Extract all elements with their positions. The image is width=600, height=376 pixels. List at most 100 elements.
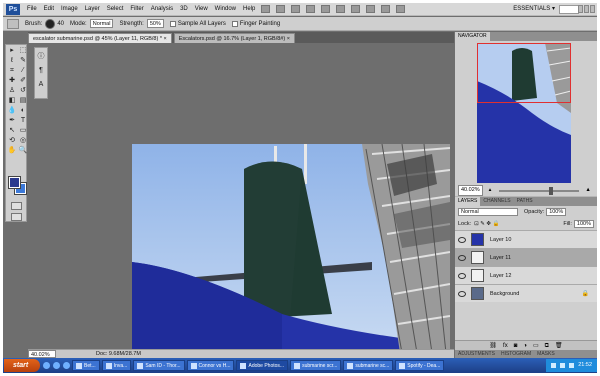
navigator-thumbnail[interactable]: [477, 43, 572, 183]
mode-select[interactable]: Normal: [89, 19, 114, 28]
document-canvas[interactable]: [132, 144, 450, 353]
zoom-tool-icon[interactable]: 🔍: [18, 146, 28, 155]
navigator-zoom-field[interactable]: 40.02%: [458, 185, 483, 196]
strength-field[interactable]: 50%: [146, 19, 164, 28]
clone-stamp-icon[interactable]: ♙: [7, 86, 17, 95]
zoom-out-icon[interactable]: ▴: [489, 186, 492, 195]
tab-adjustments[interactable]: ADJUSTMENTS: [455, 350, 498, 358]
tab-channels[interactable]: CHANNELS: [480, 197, 513, 206]
tray-icon[interactable]: [569, 363, 575, 368]
menu-3d[interactable]: 3D: [180, 6, 188, 12]
pen-tool-icon[interactable]: ✒: [7, 116, 17, 125]
type-tool-icon[interactable]: T: [18, 116, 28, 125]
quick-launch-icon[interactable]: [43, 362, 50, 369]
opacity-field[interactable]: 100%: [546, 208, 567, 216]
slider-knob[interactable]: [549, 186, 554, 195]
menu-analysis[interactable]: Analysis: [151, 6, 173, 12]
close-button[interactable]: [590, 5, 595, 13]
history-brush-icon[interactable]: ↺: [18, 86, 28, 95]
menu-layer[interactable]: Layer: [85, 6, 100, 12]
quick-select-tool-icon[interactable]: ✎: [18, 56, 28, 65]
healing-brush-icon[interactable]: ✚: [7, 76, 17, 85]
info-icon[interactable]: ⓘ: [36, 52, 46, 62]
layer-row-12[interactable]: Layer 12: [455, 266, 597, 284]
taskbar-button[interactable]: Connor vs H...: [186, 360, 235, 371]
fill-field[interactable]: 100%: [573, 220, 594, 228]
3d-rotate-icon[interactable]: ⟲: [7, 136, 17, 145]
menu-help[interactable]: Help: [243, 6, 255, 12]
marquee-tool-icon[interactable]: ⬚: [18, 46, 28, 55]
visibility-eye-icon[interactable]: [458, 290, 466, 297]
screen-mode-icon[interactable]: [336, 5, 346, 13]
canvas-area[interactable]: [28, 44, 454, 356]
3d-orbit-icon[interactable]: ◎: [18, 136, 28, 145]
menu-filter[interactable]: Filter: [130, 6, 143, 12]
link-layers-icon[interactable]: ⛓: [489, 341, 497, 350]
paragraph-icon[interactable]: ¶: [36, 66, 46, 76]
rotate-view-icon[interactable]: [381, 5, 391, 13]
maximize-button[interactable]: [584, 5, 589, 13]
taskbar-button[interactable]: Sam ID - Thor...: [133, 360, 185, 371]
layer-style-icon[interactable]: fx: [503, 341, 508, 350]
hand-icon[interactable]: [351, 5, 361, 13]
workspace-switcher[interactable]: ESSENTIALS ▾: [513, 5, 555, 12]
taskbar-button-photoshop[interactable]: Adobe Photos...: [236, 360, 289, 371]
tray-icon[interactable]: [551, 363, 557, 368]
start-button[interactable]: start: [4, 359, 40, 372]
taskbar-button[interactable]: submarine scr...: [290, 360, 342, 371]
visibility-eye-icon[interactable]: [458, 236, 466, 243]
new-layer-icon[interactable]: ⧉: [545, 341, 549, 350]
layer-row-10[interactable]: Layer 10: [455, 230, 597, 248]
tab-navigator[interactable]: NAVIGATOR: [455, 32, 490, 41]
move-tool-icon[interactable]: ▸: [7, 46, 17, 55]
delete-layer-icon[interactable]: 🗑: [555, 341, 563, 350]
taskbar-button[interactable]: Inva...: [101, 360, 132, 371]
document-info[interactable]: Doc: 9.68M/28.7M: [96, 350, 141, 358]
menu-view[interactable]: View: [195, 6, 208, 12]
character-icon[interactable]: A: [36, 80, 46, 90]
tool-preset-picker[interactable]: [7, 18, 19, 29]
visibility-eye-icon[interactable]: [458, 272, 466, 279]
zoom-level-icon[interactable]: [306, 5, 316, 13]
gradient-tool-icon[interactable]: ▤: [18, 96, 28, 105]
dodge-tool-icon[interactable]: ◐: [18, 106, 28, 115]
tab-histogram[interactable]: HISTOGRAM: [498, 350, 534, 358]
menu-select[interactable]: Select: [107, 6, 124, 12]
brush-preview-icon[interactable]: [45, 18, 56, 29]
arrange-documents-icon[interactable]: [396, 5, 406, 13]
navigator-zoom-slider[interactable]: [499, 186, 580, 195]
blend-mode-select[interactable]: Normal: [458, 208, 518, 216]
menu-edit[interactable]: Edit: [44, 6, 54, 12]
zoom-in-icon[interactable]: ▲: [585, 186, 590, 195]
minibridge-icon[interactable]: [276, 5, 286, 13]
layer-row-background[interactable]: Background 🔒: [455, 284, 597, 302]
adjustment-layer-icon[interactable]: ◑: [523, 341, 527, 350]
tab-paths[interactable]: PATHS: [514, 197, 536, 206]
visibility-eye-icon[interactable]: [458, 254, 466, 261]
lock-icons[interactable]: ⊡ ✎ ✥ 🔒: [474, 221, 499, 227]
tab-layers[interactable]: LAYERS: [455, 197, 481, 206]
taskbar-button[interactable]: Bet...: [72, 360, 100, 371]
clock[interactable]: 21:52: [578, 359, 592, 372]
quick-launch-icon[interactable]: [53, 362, 60, 369]
tray-icon[interactable]: [560, 363, 566, 368]
zoom-icon[interactable]: [366, 5, 376, 13]
finger-painting-checkbox[interactable]: [231, 20, 238, 27]
sample-all-layers-checkbox[interactable]: [169, 20, 176, 27]
lasso-tool-icon[interactable]: ℓ: [7, 56, 17, 65]
screen-mode-toggle-icon[interactable]: [11, 213, 22, 221]
quick-launch-icon[interactable]: [63, 362, 70, 369]
tab-escalators[interactable]: Escalators.psd @ 16.7% (Layer 1, RGB/8#)…: [173, 33, 295, 43]
crop-tool-icon[interactable]: ⌗: [7, 66, 17, 75]
eyedropper-tool-icon[interactable]: ⁄: [18, 66, 28, 75]
blur-tool-icon[interactable]: 💧: [7, 106, 17, 115]
menu-image[interactable]: Image: [61, 6, 78, 12]
quick-mask-icon[interactable]: [11, 202, 22, 210]
layer-row-11[interactable]: Layer 11: [455, 248, 597, 266]
tab-masks[interactable]: MASKS: [534, 350, 558, 358]
tab-escalator-submarine[interactable]: escalator submarine.psd @ 45% (Layer 11,…: [28, 33, 172, 43]
new-group-icon[interactable]: ▭: [533, 341, 539, 350]
menu-file[interactable]: File: [27, 6, 37, 12]
arrange-icon[interactable]: [321, 5, 331, 13]
taskbar-button[interactable]: submarine sc...: [343, 360, 394, 371]
